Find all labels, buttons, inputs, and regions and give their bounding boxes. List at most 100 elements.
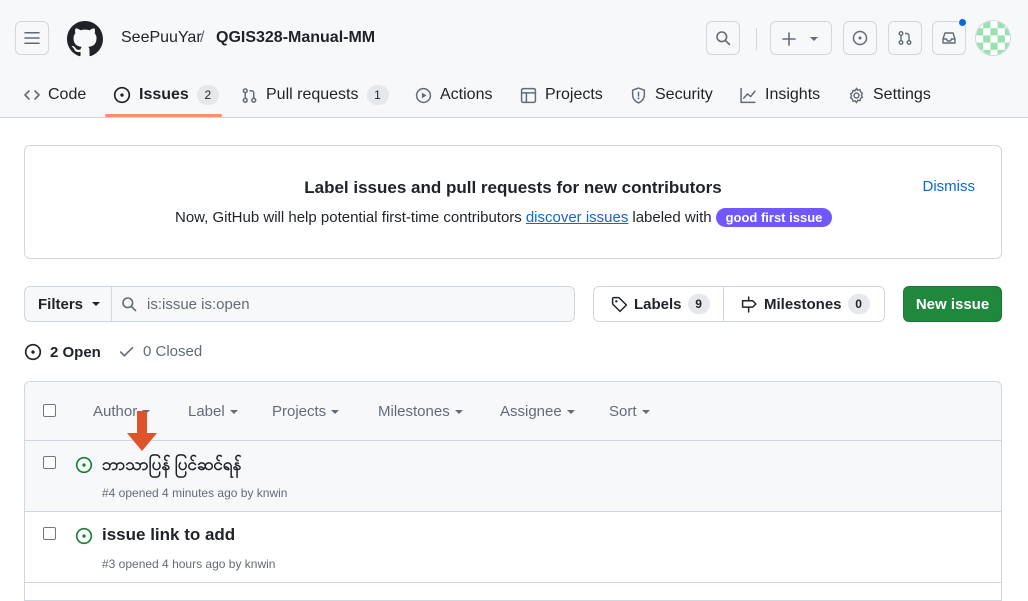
code-icon [24, 90, 40, 100]
tab-insights[interactable]: Insights [739, 72, 820, 118]
gear-icon [849, 87, 864, 103]
issues-list: Author Label Projects Milestones Assigne… [24, 381, 1002, 601]
issue-title-link[interactable]: ဘာသာပြန် ပြင်ဆင်ရန် [102, 454, 241, 479]
repo-nav-tabs: Code Issues 2 Pull requests 1 Actions Pr… [0, 72, 1028, 118]
closed-issues-toggle[interactable]: 0 Closed [118, 343, 202, 360]
labels-milestones-group: Labels 9 Milestones 0 [593, 286, 885, 322]
good-first-issue-banner: Label issues and pull requests for new c… [24, 145, 1002, 259]
milestones-count-badge: 0 [847, 294, 870, 314]
discover-issues-link[interactable]: discover issues [526, 209, 629, 226]
repo-owner-link[interactable]: SeePuuYar [121, 29, 202, 47]
issue-opened-icon [75, 527, 93, 545]
milestones-filter[interactable]: Milestones [378, 403, 463, 420]
issue-opened-icon [75, 456, 93, 474]
issues-search-input[interactable]: is:issue is:open [112, 287, 574, 321]
closed-count-label: 0 Closed [143, 343, 203, 360]
table-row[interactable]: ဘာသာပြန် ပြင်ဆင်ရန် #4 opened 4 minutes … [25, 441, 1001, 512]
tab-pull-requests[interactable]: Pull requests 1 [241, 72, 389, 118]
unread-notification-dot [958, 18, 967, 27]
path-separator: / [200, 29, 205, 46]
tab-label: Security [655, 86, 713, 103]
labels-count-badge: 9 [687, 294, 710, 314]
tab-label: Code [48, 86, 87, 103]
issue-checkbox[interactable] [43, 527, 56, 540]
milestones-filter-label: Milestones [378, 403, 450, 420]
tab-issues[interactable]: Issues 2 [113, 72, 219, 118]
projects-filter-label: Projects [272, 403, 327, 420]
milestone-icon [741, 295, 757, 313]
milestones-button[interactable]: Milestones 0 [741, 287, 870, 321]
tab-label: Insights [765, 86, 821, 103]
tab-actions[interactable]: Actions [415, 72, 492, 118]
labels-label: Labels [634, 295, 682, 313]
issue-opened-icon [852, 30, 868, 46]
milestones-label: Milestones [764, 295, 842, 313]
check-icon [119, 346, 134, 357]
issue-title-link[interactable]: issue link to add [102, 525, 235, 545]
new-issue-button[interactable]: New issue [903, 286, 1002, 322]
tab-label: Settings [873, 86, 931, 103]
search-button[interactable] [706, 21, 740, 55]
search-icon [122, 297, 137, 312]
table-row[interactable]: issue link to add #3 opened 4 hours ago … [25, 512, 1001, 583]
shield-icon [631, 86, 646, 104]
issue-opened-icon [24, 343, 42, 361]
labels-button[interactable]: Labels 9 [611, 287, 710, 321]
inbox-icon [942, 32, 956, 44]
tab-projects[interactable]: Projects [520, 72, 603, 118]
issue-checkbox[interactable] [43, 456, 56, 469]
caret-down-icon [454, 409, 463, 414]
dismiss-button[interactable]: Dismiss [923, 178, 976, 195]
caret-down-icon [566, 409, 575, 414]
filters-label: Filters [38, 295, 84, 313]
git-pull-request-icon [898, 31, 912, 45]
tag-icon [611, 296, 628, 312]
banner-text: Now, GitHub will help potential first-ti… [175, 208, 833, 227]
top-bar: SeePuuYar / QGIS328-Manual-MM [0, 0, 1028, 72]
issue-meta: #3 opened 4 hours ago by knwin [102, 557, 276, 571]
assignee-filter[interactable]: Assignee [500, 403, 575, 420]
caret-down-icon [229, 409, 238, 414]
tab-settings[interactable]: Settings [848, 72, 931, 118]
banner-text-before: Now, GitHub will help potential first-ti… [175, 209, 522, 226]
hamburger-icon [24, 31, 40, 45]
label-filter-label: Label [188, 403, 225, 420]
caret-down-icon [331, 409, 340, 414]
your-pull-requests-button[interactable] [888, 21, 922, 55]
select-all-checkbox[interactable] [43, 404, 56, 417]
selected-tab-indicator [105, 114, 222, 117]
your-issues-button[interactable] [843, 21, 877, 55]
chevron-down-icon [810, 37, 818, 41]
tab-code[interactable]: Code [24, 72, 86, 118]
good-first-issue-label: good first issue [715, 208, 833, 227]
github-logo-icon[interactable] [67, 21, 103, 57]
create-new-button[interactable] [770, 21, 832, 55]
git-pull-request-icon [242, 87, 257, 103]
repo-name-link[interactable]: QGIS328-Manual-MM [216, 29, 375, 47]
sort-dropdown[interactable]: Sort [609, 403, 650, 420]
caret-down-icon [641, 409, 650, 414]
plus-icon [782, 32, 796, 46]
repo-header: SeePuuYar / QGIS328-Manual-MM Code Issue… [0, 0, 1028, 118]
tab-label: Pull requests [266, 86, 359, 103]
filters-dropdown-button[interactable]: Filters [25, 287, 112, 321]
pull-requests-count-badge: 1 [366, 85, 389, 105]
tab-label: Actions [440, 86, 493, 103]
chevron-down-icon [92, 302, 101, 306]
banner-text-after: labeled with [632, 209, 712, 226]
group-separator [723, 287, 724, 321]
open-count-label: 2 Open [50, 343, 101, 361]
table-icon [520, 87, 537, 103]
play-icon [415, 87, 432, 103]
issues-count-badge: 2 [196, 85, 219, 105]
menu-button[interactable] [15, 21, 49, 55]
label-filter[interactable]: Label [188, 403, 238, 420]
tab-security[interactable]: Security [630, 72, 713, 118]
open-issues-toggle[interactable]: 2 Open [24, 343, 101, 361]
search-query: is:issue is:open [147, 295, 250, 313]
projects-filter[interactable]: Projects [272, 403, 340, 420]
issue-meta: #4 opened 4 minutes ago by knwin [102, 486, 288, 500]
avatar[interactable] [975, 20, 1011, 56]
annotation-arrow-icon [127, 411, 157, 451]
issues-filter-bar: Filters is:issue is:open [24, 286, 575, 322]
